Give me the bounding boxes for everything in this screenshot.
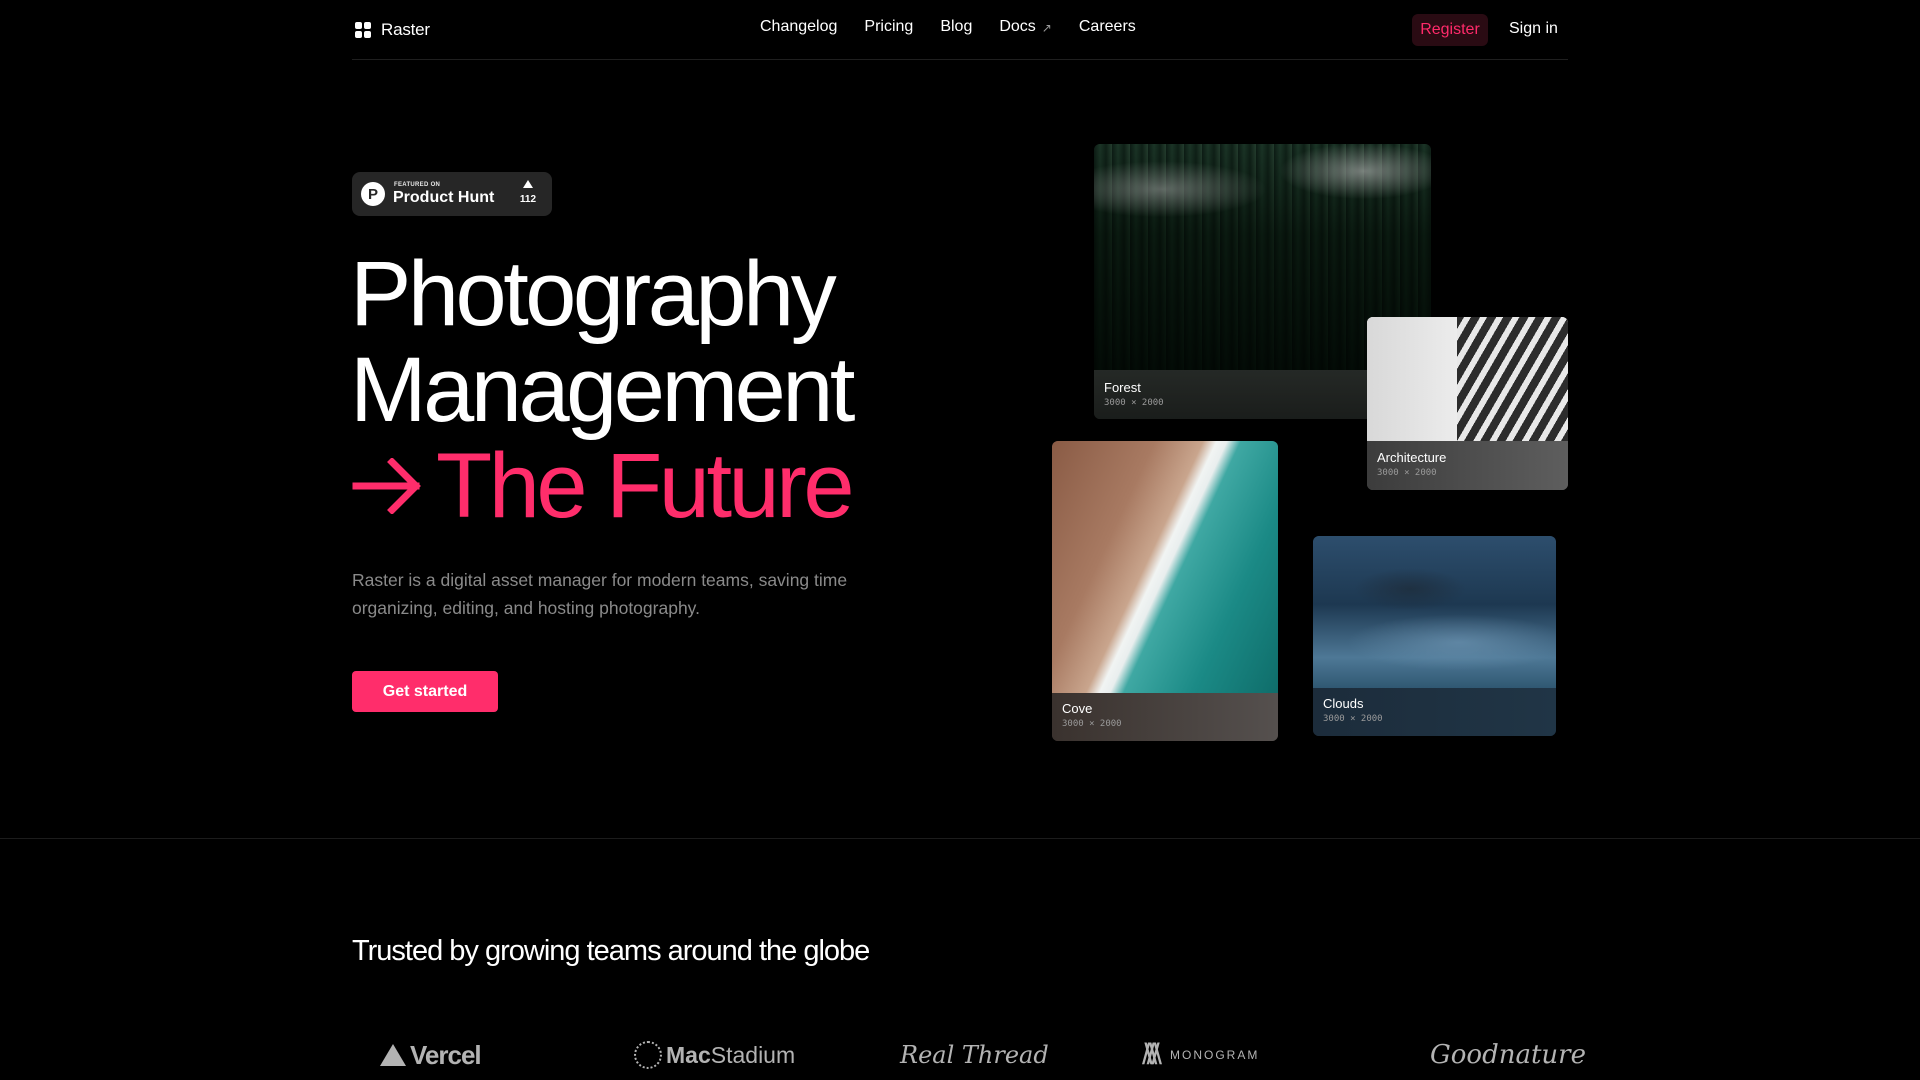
monogram-wordmark: MONOGRAM (1170, 1048, 1260, 1062)
product-hunt-icon: P (361, 182, 385, 206)
photo-card-clouds[interactable]: Clouds 3000 × 2000 (1313, 536, 1556, 736)
card-dimensions: 3000 × 2000 (1062, 719, 1122, 729)
product-hunt-title: Product Hunt (393, 189, 495, 206)
hero-headline: Photography Management The Future (350, 243, 856, 537)
site-header: Raster Changelog Pricing Blog Docs ↗ Car… (352, 0, 1568, 60)
macstadium-wordmark-bold: Mac (666, 1041, 711, 1068)
get-started-button[interactable]: Get started (352, 671, 498, 712)
card-dimensions: 3000 × 2000 (1377, 468, 1437, 478)
brand-name: Raster (381, 20, 430, 39)
macstadium-wordmark-rest: Stadium (710, 1041, 796, 1068)
external-link-icon: ↗ (1041, 21, 1052, 35)
hero-description: Raster is a digital asset manager for mo… (352, 570, 848, 618)
cove-photo (1052, 441, 1278, 693)
headline-line-3: The Future (350, 435, 854, 537)
main-nav: Changelog Pricing Blog Docs ↗ Careers (760, 18, 1136, 36)
card-title: Architecture (1377, 450, 1447, 465)
goodnature-logo: Goodnature (1430, 1040, 1586, 1070)
photo-card-architecture[interactable]: Architecture 3000 × 2000 (1367, 317, 1568, 490)
monogram-mark-icon: /\/\/\ (1142, 1038, 1162, 1071)
card-caption: Cove 3000 × 2000 (1052, 693, 1278, 741)
nav-changelog[interactable]: Changelog (760, 18, 837, 36)
product-hunt-badge[interactable]: P FEATURED ON Product Hunt 112 (352, 172, 552, 216)
macstadium-sunburst-icon (634, 1041, 662, 1069)
card-dimensions: 3000 × 2000 (1323, 714, 1383, 724)
trusted-heading: Trusted by growing teams around the glob… (352, 935, 870, 967)
headline-accent-text: The Future (436, 435, 854, 537)
upvote-count: 112 (519, 194, 537, 205)
sign-in-link[interactable]: Sign in (1509, 20, 1558, 38)
featured-on-label: FEATURED ON (394, 182, 441, 188)
card-caption: Architecture 3000 × 2000 (1367, 441, 1568, 490)
nav-docs[interactable]: Docs ↗ (999, 18, 1052, 36)
upvote-arrow-icon (523, 180, 533, 188)
clouds-photo (1313, 536, 1556, 688)
headline-line-1: Photography (350, 243, 837, 345)
macstadium-logo: MacStadium (634, 1030, 795, 1080)
card-title: Cove (1062, 701, 1093, 716)
nav-careers[interactable]: Careers (1079, 18, 1136, 36)
raster-logo-icon (355, 22, 371, 38)
vercel-logo: Vercel (380, 1030, 482, 1080)
vercel-wordmark: Vercel (410, 1039, 482, 1070)
arrow-right-icon (350, 438, 422, 534)
headline-line-2: Management (350, 339, 856, 441)
card-title: Clouds (1323, 696, 1364, 711)
section-divider (0, 838, 1920, 839)
monogram-logo: /\/\/\ MONOGRAM (1142, 1030, 1259, 1080)
card-caption: Clouds 3000 × 2000 (1313, 688, 1556, 736)
customer-logos: Vercel MacStadium Real Thread /\/\/\ MON… (352, 1030, 1586, 1080)
realthread-logo: Real Thread (900, 1041, 1049, 1069)
vercel-triangle-icon (380, 1044, 406, 1066)
nav-docs-label: Docs (999, 18, 1036, 35)
nav-pricing[interactable]: Pricing (864, 18, 913, 36)
architecture-photo (1367, 317, 1568, 441)
brand-logo[interactable]: Raster (355, 20, 430, 40)
nav-blog[interactable]: Blog (940, 18, 972, 36)
macstadium-wordmark: MacStadium (666, 1042, 795, 1069)
register-button[interactable]: Register (1412, 14, 1488, 46)
photo-card-cove[interactable]: Cove 3000 × 2000 (1052, 441, 1278, 741)
